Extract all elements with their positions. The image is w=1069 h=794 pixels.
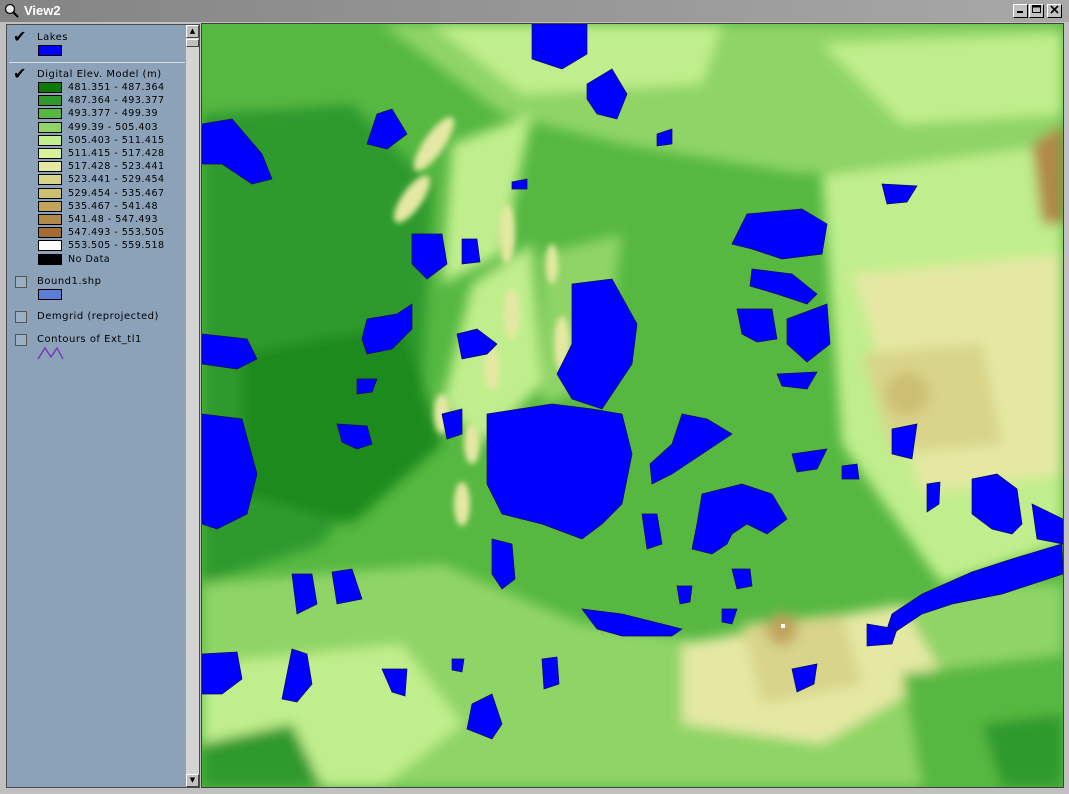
- dem-class-swatch: [38, 201, 62, 212]
- dem-class-swatch: [38, 108, 62, 119]
- checkbox-contours[interactable]: [15, 334, 27, 346]
- close-button[interactable]: [1047, 4, 1062, 18]
- checkbox-lakes-checked-icon[interactable]: ✔: [13, 29, 26, 45]
- bound1-swatch: [38, 289, 62, 300]
- dem-class-swatch: [38, 148, 62, 159]
- maximize-icon: [1032, 5, 1041, 13]
- minimize-button[interactable]: [1013, 4, 1028, 18]
- dem-class-label: No Data: [68, 254, 111, 265]
- dem-class-label: 487.364 - 493.377: [68, 95, 165, 106]
- dem-class-label: 523.441 - 529.454: [68, 174, 165, 185]
- lake: [841, 463, 860, 480]
- layer-separator: [9, 62, 185, 63]
- table-of-contents[interactable]: ✔ Lakes ✔ Digital Elev. Model (m) 481.35…: [6, 24, 200, 788]
- dem-class-label: 535.467 - 541.48: [68, 201, 158, 212]
- dem-class-label: 493.377 - 499.39: [68, 108, 158, 119]
- layer-name-contours[interactable]: Contours of Ext_tl1: [37, 334, 142, 345]
- dem-class-label: 517.428 - 523.441: [68, 161, 165, 172]
- legend-panel: ✔ Lakes ✔ Digital Elev. Model (m) 481.35…: [7, 25, 187, 787]
- dem-class-label: 541.48 - 547.493: [68, 214, 158, 225]
- scroll-up-button[interactable]: ▲: [186, 25, 199, 38]
- dem-class-swatch: [38, 227, 62, 238]
- dem-class-swatch: [38, 122, 62, 133]
- dem-class-label: 529.454 - 535.467: [68, 188, 165, 199]
- dem-class-label: 547.493 - 553.505: [68, 227, 165, 238]
- scroll-thumb[interactable]: [186, 39, 199, 47]
- dem-class-swatch: [38, 254, 62, 265]
- checkbox-bound1[interactable]: [15, 276, 27, 288]
- layer-name-lakes[interactable]: Lakes: [37, 32, 68, 43]
- dem-class-label: 505.403 - 511.415: [68, 135, 165, 146]
- scroll-down-button[interactable]: ▼: [186, 774, 199, 787]
- layer-name-dem[interactable]: Digital Elev. Model (m): [37, 69, 162, 80]
- map-display[interactable]: [201, 23, 1064, 788]
- layer-name-demgrid[interactable]: Demgrid (reprojected): [37, 311, 159, 322]
- minimize-icon: [1017, 11, 1023, 13]
- view-window: View2 ✔ Lakes ✔ Digital Elev. Model (m) …: [0, 0, 1069, 794]
- lakes-swatch: [38, 45, 62, 56]
- lake: [541, 656, 560, 690]
- lake: [451, 658, 465, 673]
- checkbox-dem-checked-icon[interactable]: ✔: [13, 66, 26, 82]
- dem-class-swatch: [38, 188, 62, 199]
- toc-scrollbar[interactable]: ▲ ▼: [186, 25, 199, 787]
- lake: [461, 238, 481, 265]
- dem-class-swatch: [38, 82, 62, 93]
- dem-class-swatch: [38, 174, 62, 185]
- dem-class-label: 499.39 - 505.403: [68, 122, 158, 133]
- dem-class-label: 553.505 - 559.518: [68, 240, 165, 251]
- checkbox-demgrid[interactable]: [15, 311, 27, 323]
- close-icon: [1050, 5, 1059, 14]
- dem-class-label: 481.351 - 487.364: [68, 82, 165, 93]
- peak-point: [781, 624, 785, 628]
- contour-line-swatch-icon: [37, 346, 64, 360]
- dem-class-swatch: [38, 214, 62, 225]
- globe-magnifier-icon: [4, 3, 19, 18]
- dem-class-label: 511.415 - 517.428: [68, 148, 165, 159]
- layer-name-bound1[interactable]: Bound1.shp: [37, 276, 101, 287]
- title-bar[interactable]: View2: [0, 0, 1069, 22]
- dem-map-canvas[interactable]: [202, 24, 1063, 787]
- maximize-button[interactable]: [1029, 4, 1044, 18]
- window-title: View2: [24, 3, 61, 18]
- dem-class-swatch: [38, 135, 62, 146]
- lake: [676, 585, 693, 605]
- dem-class-swatch: [38, 161, 62, 172]
- dem-class-swatch: [38, 240, 62, 251]
- dem-class-swatch: [38, 95, 62, 106]
